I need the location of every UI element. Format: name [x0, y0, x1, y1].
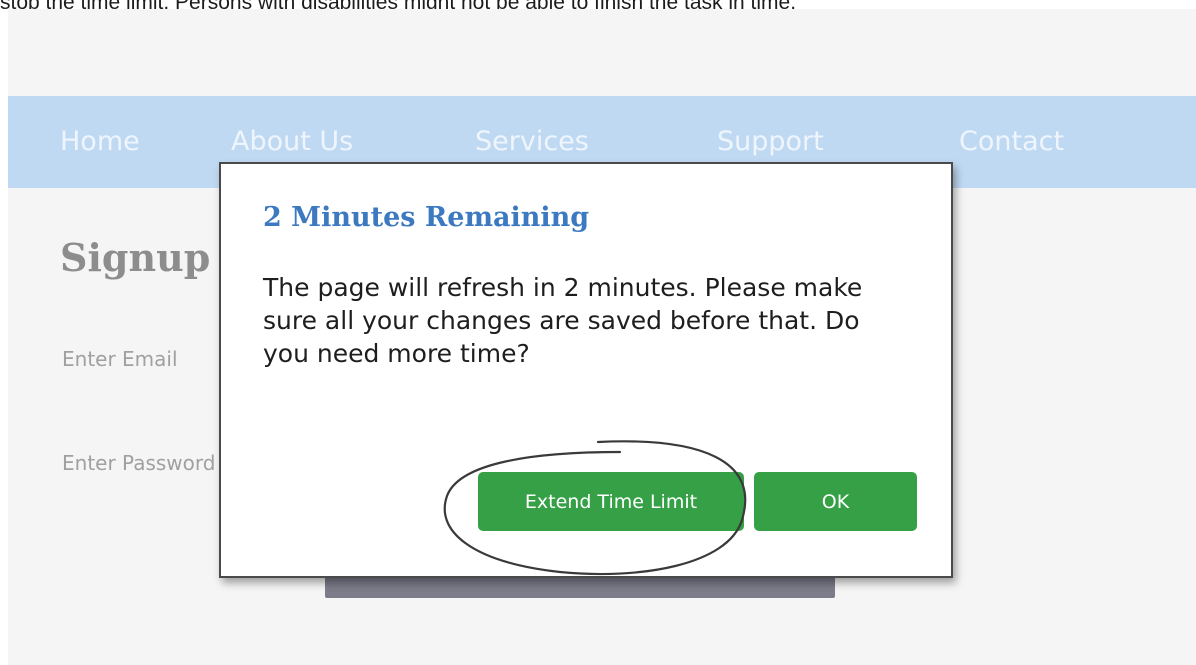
- nav-item-contact[interactable]: Contact: [959, 126, 1064, 157]
- nav-item-about-us[interactable]: About Us: [231, 126, 353, 157]
- nav-item-services[interactable]: Services: [475, 126, 589, 157]
- nav-item-support[interactable]: Support: [717, 126, 824, 157]
- extend-time-limit-button[interactable]: Extend Time Limit: [478, 472, 744, 531]
- email-field-label[interactable]: Enter Email: [62, 347, 178, 371]
- dialog-title: 2 Minutes Remaining: [263, 202, 590, 233]
- ok-button[interactable]: OK: [754, 472, 917, 531]
- nav-item-home[interactable]: Home: [60, 126, 140, 157]
- dialog-message: The page will refresh in 2 minutes. Plea…: [263, 273, 863, 368]
- password-field-label[interactable]: Enter Password: [62, 451, 215, 475]
- time-limit-dialog: 2 Minutes Remaining The page will refres…: [219, 162, 953, 578]
- signup-title: Signup: [60, 235, 211, 280]
